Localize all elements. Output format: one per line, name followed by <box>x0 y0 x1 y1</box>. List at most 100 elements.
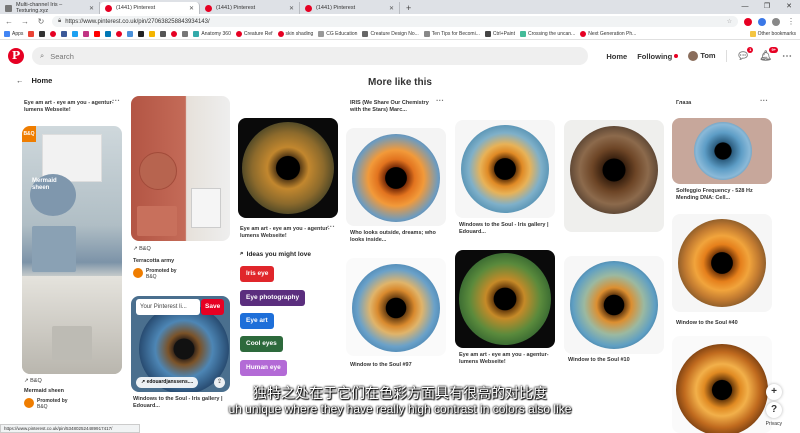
bookmark-other[interactable]: Other bookmarks <box>749 31 796 37</box>
pin-card-eye[interactable] <box>564 120 664 232</box>
search-input[interactable]: ⌕ Search <box>32 47 589 65</box>
instagram-icon[interactable] <box>83 31 90 37</box>
pin-title[interactable]: Глаза <box>676 100 691 107</box>
pinterest-bookmark-icon[interactable] <box>171 31 178 37</box>
address-bar[interactable]: 🔒︎ https://www.pinterest.co.uk/pin/27063… <box>52 16 738 27</box>
more-options-icon[interactable]: ⋯ <box>782 51 792 62</box>
youtube-icon[interactable] <box>94 31 101 37</box>
notifications-icon[interactable]: 🔔︎ 9+ <box>759 46 778 62</box>
tab-close-icon[interactable]: ✕ <box>189 5 194 12</box>
pin-title[interactable]: Window to the Soul #10 <box>568 357 630 364</box>
pin-title[interactable]: Who looks outside, dreams; who looks ins… <box>350 230 440 244</box>
bookmark-creature-ref[interactable]: Creature Ref <box>235 31 273 37</box>
browser-tab-2[interactable]: (1441) Pinterest ✕ <box>100 2 200 14</box>
bookmark-icon[interactable] <box>182 31 189 37</box>
maximize-icon[interactable]: ❐ <box>756 0 778 14</box>
menu-kebab-icon[interactable]: ⋮ <box>786 17 796 26</box>
minimize-icon[interactable]: — <box>734 0 756 14</box>
promoted-by[interactable]: Promoted by B&Q <box>133 268 177 280</box>
idea-chip-eye-photography[interactable]: Eye photography <box>240 290 306 306</box>
bookmark-crossing[interactable]: Crossing the uncan... <box>519 31 575 37</box>
save-button[interactable]: Save <box>201 299 225 315</box>
pin-card-mermaid[interactable]: B&Q Mermaid sheen <box>22 126 122 374</box>
pin-card-eye[interactable] <box>672 214 772 312</box>
pinterest-extension-icon[interactable] <box>744 17 752 26</box>
pin-card-eye[interactable] <box>346 128 446 226</box>
bookmark-ten-tips[interactable]: Ten Tips for Becomi... <box>423 31 480 37</box>
pinterest-bookmark-icon[interactable] <box>50 31 57 37</box>
pin-more-icon[interactable]: ··· <box>760 96 768 105</box>
pin-title[interactable]: Window to the Soul #40 <box>676 320 738 327</box>
idea-chip-eye-art[interactable]: Eye art <box>240 313 274 329</box>
reload-icon[interactable]: ↻ <box>36 17 46 26</box>
new-tab-button[interactable]: + <box>406 2 411 14</box>
pin-title[interactable]: Eye am art - eye am you - agentur-lumens… <box>459 352 549 366</box>
bookmark-anatomy[interactable]: Anatomy 360 <box>193 31 231 37</box>
nav-following[interactable]: Following <box>637 52 672 61</box>
bq-avatar <box>133 268 143 278</box>
pinterest-logo-icon[interactable]: P <box>8 48 24 64</box>
bookmark-cg-education[interactable]: CG Education <box>318 31 357 37</box>
pin-card-eye[interactable] <box>455 120 555 218</box>
pin-title[interactable]: Terracotta army <box>133 258 174 265</box>
bookmark-label: Anatomy 360 <box>201 31 231 37</box>
pin-card-eye[interactable] <box>564 256 664 354</box>
pinterest-favicon-icon <box>105 4 112 12</box>
profile-icon[interactable] <box>772 17 780 26</box>
pin-card-hovered[interactable]: Your Pinterest li... Save ↗ edouardjanss… <box>131 296 230 392</box>
idea-chip-iris-eye[interactable]: Iris eye <box>240 266 275 282</box>
close-window-icon[interactable]: ✕ <box>778 0 800 14</box>
pin-card-eye[interactable] <box>238 118 338 218</box>
extension-icon[interactable] <box>758 17 766 26</box>
pin-card-eye[interactable] <box>455 250 555 348</box>
paint-tin-graphic <box>32 226 76 272</box>
pin-title[interactable]: Windows to the Soul - Iris gallery | Edo… <box>459 222 549 236</box>
pin-title[interactable]: Eye am art - eye am you - agentur-lumens… <box>24 100 116 114</box>
browser-tab-1[interactable]: Multi-channel Iris – Texturing.xyz ✕ <box>0 2 100 14</box>
bookmark-next-gen[interactable]: Next Generation Ph... <box>580 31 636 37</box>
bookmark-icon[interactable] <box>160 31 167 37</box>
pin-card-eye[interactable] <box>346 258 446 356</box>
nav-home[interactable]: Home <box>606 52 627 61</box>
tab-title: (1441) Pinterest <box>316 5 356 11</box>
tab-close-icon[interactable]: ✕ <box>289 5 294 12</box>
bookmark-ctrl-paint[interactable]: Ctrl+Paint <box>484 31 515 37</box>
pin-title[interactable]: IRIS (We Share Our Chemistry with the St… <box>350 100 440 114</box>
linkedin-icon[interactable] <box>105 31 112 37</box>
bookmark-icon[interactable] <box>138 31 145 37</box>
star-icon[interactable]: ☆ <box>727 18 732 25</box>
bookmark-icon[interactable] <box>127 31 134 37</box>
pin-title[interactable]: Eye am art - eye am you - agentur-lumens… <box>240 226 330 240</box>
nav-profile[interactable]: Tom <box>688 51 716 61</box>
pin-more-icon[interactable]: ··· <box>436 96 444 105</box>
pin-more-icon[interactable]: ··· <box>112 96 120 105</box>
forward-arrow-icon[interactable]: → <box>20 17 30 26</box>
source-label: B&Q <box>139 246 151 252</box>
bookmark-skin-shading[interactable]: skin shading <box>277 31 313 37</box>
idea-chip-cool-eyes[interactable]: Cool eyes <box>240 336 283 352</box>
back-arrow-icon[interactable]: ← <box>4 17 14 26</box>
browser-tab-4[interactable]: (1441) Pinterest ✕ <box>300 2 400 14</box>
board-select[interactable]: Your Pinterest li... <box>136 299 200 315</box>
bookmark-apps[interactable]: Apps <box>4 31 23 37</box>
browser-tab-3[interactable]: (1441) Pinterest ✕ <box>200 2 300 14</box>
facebook-icon[interactable] <box>61 31 68 37</box>
privacy-link[interactable]: Privacy <box>766 421 782 427</box>
gmail-icon[interactable] <box>28 31 35 37</box>
tab-close-icon[interactable]: ✕ <box>89 5 94 12</box>
back-to-home[interactable]: ← Home <box>16 76 52 85</box>
idea-chip-human-eye[interactable]: Human eye <box>240 360 287 376</box>
messages-badge: 1 <box>747 46 754 53</box>
bookmark-icon[interactable] <box>39 31 46 37</box>
pin-card-terracotta[interactable] <box>131 96 230 241</box>
pin-title[interactable]: Solfeggio Frequency - 528 Hz Mending DNA… <box>676 188 768 202</box>
twitter-icon[interactable] <box>72 31 79 37</box>
messages-icon[interactable]: 💬︎ 1 <box>737 46 754 62</box>
pin-title[interactable]: Window to the Soul #97 <box>350 362 412 369</box>
tab-close-icon[interactable]: ✕ <box>389 5 394 12</box>
pinterest-favicon-icon <box>305 4 312 12</box>
pin-card-eye[interactable] <box>672 118 772 184</box>
bookmark-creature-design[interactable]: Creature Design No... <box>362 31 419 37</box>
pinterest-bookmark-icon[interactable] <box>116 31 123 37</box>
bookmark-icon[interactable] <box>149 31 156 37</box>
